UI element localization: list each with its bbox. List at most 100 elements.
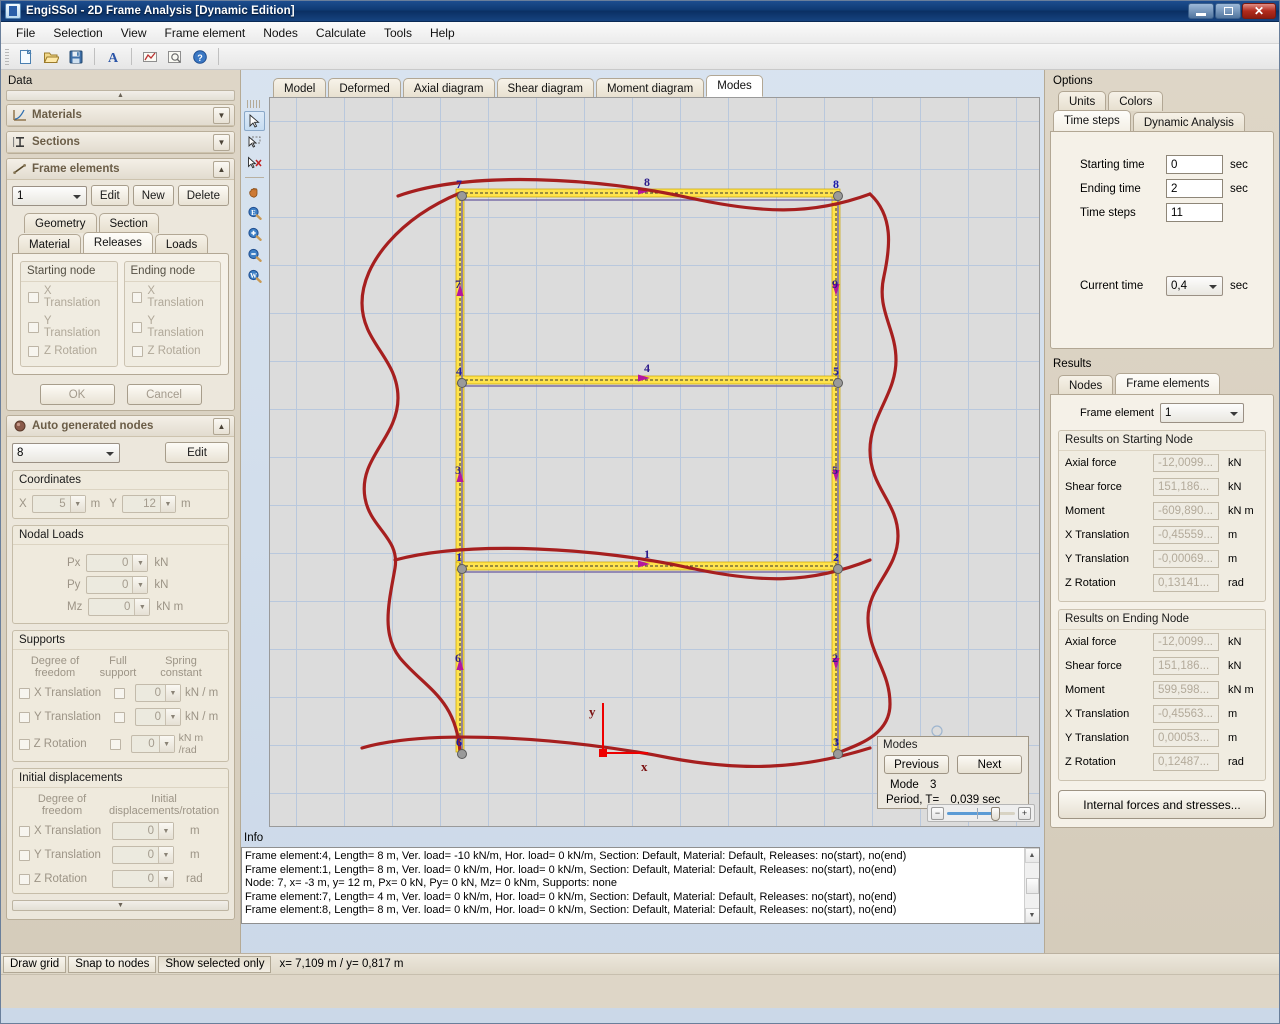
support-x-spring-input[interactable]: 0▼ (135, 684, 181, 702)
select-window-icon[interactable] (244, 132, 265, 152)
node-selector[interactable]: 8 (12, 443, 120, 463)
start-y-translation-checkbox[interactable]: Y Translation (21, 312, 117, 342)
ending-time-input[interactable]: 2 (1166, 179, 1223, 198)
chevron-up-icon[interactable]: ▲ (213, 161, 230, 178)
support-z-checkbox[interactable] (19, 739, 30, 750)
tab-results-frame-elements[interactable]: Frame elements (1115, 373, 1220, 394)
tab-dynamic-analysis[interactable]: Dynamic Analysis (1133, 112, 1245, 132)
zoom-slider[interactable] (947, 807, 1015, 820)
current-time-selector[interactable]: 0,4 (1166, 276, 1223, 296)
diagram-icon[interactable] (139, 46, 161, 68)
start-x-translation-checkbox[interactable]: X Translation (21, 282, 117, 312)
frame-delete-button[interactable]: Delete (178, 185, 229, 206)
zoom-slider-thumb[interactable] (991, 807, 1000, 821)
tab-results-nodes[interactable]: Nodes (1058, 375, 1113, 395)
info-scrollbar[interactable]: ▲ ▼ (1024, 848, 1039, 923)
text-annotation-icon[interactable]: A (102, 46, 124, 68)
initdisp-y-input[interactable]: 0▼ (112, 846, 174, 864)
support-y-spring-input[interactable]: 0▼ (135, 708, 181, 726)
snap-to-nodes-button[interactable]: Snap to nodes (68, 956, 156, 973)
coord-x-input[interactable]: 5▼ (32, 495, 86, 513)
frame-edit-button[interactable]: Edit (91, 185, 129, 206)
tab-axial-diagram[interactable]: Axial diagram (403, 78, 495, 98)
menu-selection[interactable]: Selection (44, 23, 111, 43)
model-canvas[interactable]: 7 4 1 6 8 5 2 3 8 4 (269, 97, 1040, 827)
menu-file[interactable]: File (7, 23, 44, 43)
tab-colors[interactable]: Colors (1108, 91, 1163, 111)
group-sections-header[interactable]: Sections ▼ (7, 132, 234, 153)
node-edit-button[interactable]: Edit (165, 442, 229, 463)
zoom-preview-icon[interactable] (164, 46, 186, 68)
maximize-button[interactable] (1215, 3, 1241, 19)
scrollbar-thumb[interactable] (1026, 878, 1039, 894)
group-frame-elements-header[interactable]: Frame elements ▲ (7, 159, 234, 180)
time-steps-input[interactable]: 11 (1166, 203, 1223, 222)
initdisp-x-checkbox[interactable] (19, 826, 30, 837)
deselect-icon[interactable] (244, 153, 265, 173)
scroll-up-icon[interactable]: ▲ (1025, 848, 1040, 863)
end-z-rotation-checkbox[interactable]: Z Rotation (125, 342, 221, 360)
support-x-checkbox[interactable] (19, 688, 30, 699)
starting-time-input[interactable]: 0 (1166, 155, 1223, 174)
open-file-icon[interactable] (40, 46, 62, 68)
show-selected-only-button[interactable]: Show selected only (158, 956, 271, 973)
minimize-button[interactable] (1188, 3, 1214, 19)
save-icon[interactable] (65, 46, 87, 68)
select-arrow-icon[interactable] (244, 111, 265, 131)
menu-calculate[interactable]: Calculate (307, 23, 375, 43)
tab-geometry[interactable]: Geometry (24, 213, 97, 233)
support-z-spring-input[interactable]: 0▼ (131, 735, 175, 753)
tab-units[interactable]: Units (1058, 91, 1106, 111)
tab-material[interactable]: Material (18, 234, 81, 254)
chevron-down-icon[interactable]: ▼ (213, 107, 230, 124)
tab-releases[interactable]: Releases (83, 232, 153, 253)
result-frame-element-selector[interactable]: 1 (1160, 403, 1244, 423)
menu-nodes[interactable]: Nodes (254, 23, 307, 43)
pan-hand-icon[interactable] (244, 182, 265, 202)
end-y-translation-checkbox[interactable]: Y Translation (125, 312, 221, 342)
chevron-down-icon-2[interactable]: ▼ (213, 134, 230, 151)
zoom-out-icon[interactable] (244, 245, 265, 265)
panel-scroll-down[interactable]: ▼ (12, 900, 229, 911)
initdisp-z-checkbox[interactable] (19, 874, 30, 885)
zoom-in-icon[interactable] (244, 224, 265, 244)
tab-shear-diagram[interactable]: Shear diagram (497, 78, 594, 98)
tab-modes[interactable]: Modes (706, 75, 763, 97)
tab-section[interactable]: Section (99, 213, 159, 233)
mz-input[interactable]: 0▼ (88, 598, 150, 616)
zoom-out-button[interactable]: − (931, 807, 944, 820)
draw-grid-button[interactable]: Draw grid (3, 956, 66, 973)
tab-time-steps[interactable]: Time steps (1053, 110, 1131, 131)
coord-y-input[interactable]: 12▼ (122, 495, 176, 513)
tab-loads[interactable]: Loads (155, 234, 208, 254)
py-input[interactable]: 0▼ (86, 576, 148, 594)
support-y-full-checkbox[interactable] (114, 712, 125, 723)
menu-tools[interactable]: Tools (375, 23, 421, 43)
menu-view[interactable]: View (112, 23, 156, 43)
chevron-up-icon-2[interactable]: ▲ (213, 418, 230, 435)
scroll-down-icon[interactable]: ▼ (1025, 908, 1040, 923)
support-y-checkbox[interactable] (19, 712, 30, 723)
frame-element-selector[interactable]: 1 (12, 186, 87, 206)
panel-scroll-up[interactable]: ▲ (6, 90, 235, 101)
frame-new-button[interactable]: New (133, 185, 174, 206)
new-file-icon[interactable] (15, 46, 37, 68)
group-auto-nodes-header[interactable]: Auto generated nodes ▲ (7, 416, 234, 437)
mode-next-button[interactable]: Next (957, 755, 1022, 774)
px-input[interactable]: 0▼ (86, 554, 148, 572)
menu-help[interactable]: Help (421, 23, 464, 43)
support-z-full-checkbox[interactable] (110, 739, 121, 750)
internal-forces-button[interactable]: Internal forces and stresses... (1058, 790, 1266, 819)
initdisp-z-input[interactable]: 0▼ (112, 870, 174, 888)
group-materials-header[interactable]: Materials ▼ (7, 105, 234, 126)
close-button[interactable]: ✕ (1242, 3, 1276, 19)
initdisp-x-input[interactable]: 0▼ (112, 822, 174, 840)
start-z-rotation-checkbox[interactable]: Z Rotation (21, 342, 117, 360)
help-icon[interactable]: ? (189, 46, 211, 68)
zoom-in-button[interactable]: + (1018, 807, 1031, 820)
info-list[interactable]: Frame element:4, Length= 8 m, Ver. load=… (241, 847, 1040, 924)
releases-ok-button[interactable]: OK (40, 384, 115, 405)
zoom-extents-icon[interactable]: E (244, 203, 265, 223)
tab-model[interactable]: Model (273, 78, 326, 98)
support-x-full-checkbox[interactable] (114, 688, 125, 699)
